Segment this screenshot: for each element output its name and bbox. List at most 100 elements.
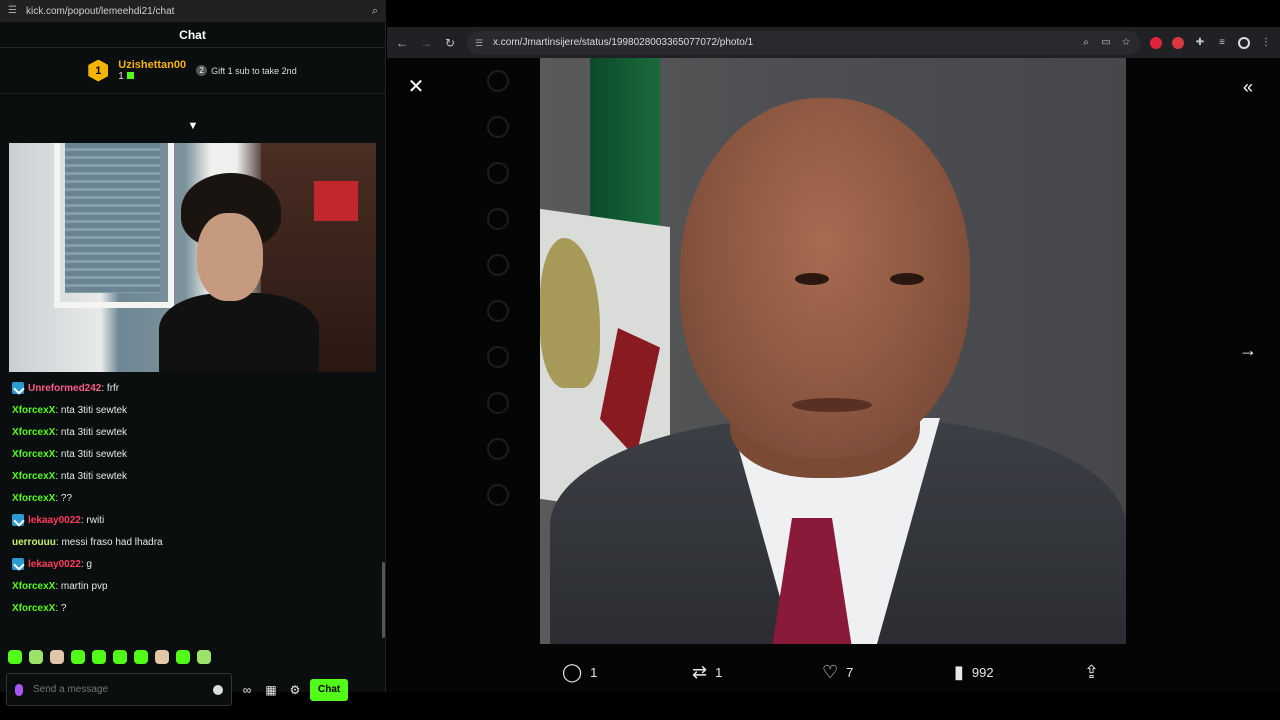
chat-username[interactable]: XforcexX <box>12 405 55 416</box>
chat-username[interactable]: XforcexX <box>12 471 55 482</box>
emote-icon[interactable] <box>71 650 85 664</box>
chat-username[interactable]: uerrouuu <box>12 537 56 548</box>
back-arrow-icon[interactable]: ← <box>395 36 409 50</box>
chat-message: XforcexX: nta 3titi sewtek <box>12 443 374 465</box>
view-count: 992 <box>971 664 994 680</box>
chat-username[interactable]: XforcexX <box>12 493 55 504</box>
chat-message-text: : nta 3titi sewtek <box>55 404 128 416</box>
rank-1-badge-icon: 1 <box>88 59 109 82</box>
chat-message-text: : frfr <box>101 382 120 394</box>
extension-red-icon[interactable] <box>1150 36 1162 49</box>
portrait-mouth <box>792 398 872 412</box>
reply-bubble-icon: ◯ <box>562 662 583 682</box>
chat-username[interactable]: XforcexX <box>12 449 55 460</box>
kick-chat-window: ☰ kick.com/popout/lemeehdi21/chat ⌕ Chat… <box>0 0 386 706</box>
kicks-infinity-icon[interactable]: ∞ <box>238 681 256 699</box>
views-button[interactable]: ▮ 992 <box>954 663 994 681</box>
site-info-icon[interactable]: ☰ <box>475 38 485 48</box>
emote-icon[interactable] <box>134 650 148 664</box>
chat-message-list: Unreformed242: frfr XforcexX: nta 3titi s… <box>0 377 386 619</box>
media-controls-icon[interactable]: ≡ <box>1216 37 1228 49</box>
gift-to-take-second[interactable]: 2 Gift 1 sub to take 2nd <box>196 65 297 76</box>
like-count: 7 <box>846 664 854 680</box>
share-button[interactable]: ⇪ <box>1084 663 1099 681</box>
emote-icon[interactable] <box>50 650 64 664</box>
like-button[interactable]: ♡ 7 <box>822 663 853 681</box>
gift-cta-label[interactable]: Gift 1 sub to take 2nd <box>211 66 297 76</box>
chat-message-text: : messi fraso had lhadra <box>55 536 163 548</box>
next-photo-arrow-icon[interactable]: → <box>1238 341 1258 359</box>
chat-message-text: : nta 3titi sewtek <box>55 470 128 482</box>
chat-username[interactable]: lekaay0022 <box>28 559 81 570</box>
chat-message: lekaay0022: g <box>12 553 374 575</box>
close-viewer-icon[interactable]: ✕ <box>407 77 425 97</box>
profile-avatar-icon[interactable] <box>1238 36 1250 49</box>
reload-icon[interactable]: ↻ <box>443 36 457 50</box>
bar-chart-icon: ▮ <box>954 662 964 682</box>
top-gifter[interactable]: Uzishettan00 1 <box>118 59 186 82</box>
message-input-box[interactable] <box>6 673 232 706</box>
reply-button[interactable]: ◯ 1 <box>562 663 597 681</box>
mic-icon[interactable] <box>15 683 23 696</box>
collapse-pinned-icon[interactable]: ▼ <box>186 120 200 132</box>
bookmark-star-icon[interactable]: ☆ <box>1120 37 1132 49</box>
kick-url-bar[interactable]: ☰ kick.com/popout/lemeehdi21/chat ⌕ <box>0 0 386 22</box>
emote-icon[interactable] <box>155 650 169 664</box>
chat-message-text: : martin pvp <box>55 580 108 592</box>
emoji-picker-icon[interactable] <box>213 684 223 695</box>
subscriber-badge-icon <box>12 382 24 394</box>
emote-icon[interactable] <box>197 650 211 664</box>
grok-icon <box>487 346 509 368</box>
chat-username[interactable]: Unreformed242 <box>28 383 101 394</box>
webcam-blinds <box>65 143 160 293</box>
emote-icon[interactable] <box>8 650 22 664</box>
chat-message-text: : nta 3titi sewtek <box>55 448 128 460</box>
emote-icon[interactable] <box>29 650 43 664</box>
zoom-icon[interactable]: ⌕ <box>1080 37 1092 49</box>
emote-icon[interactable] <box>176 650 190 664</box>
top-gifter-name[interactable]: Uzishettan00 <box>118 59 186 71</box>
streamer-face <box>197 213 263 301</box>
adblock-icon[interactable] <box>1172 36 1184 49</box>
chat-message-text: : nta 3titi sewtek <box>55 426 128 438</box>
portrait-eye-right <box>890 273 924 285</box>
chat-username[interactable]: XforcexX <box>12 603 55 614</box>
message-input[interactable] <box>33 684 203 695</box>
browser-toolbar: ← → ↻ ☰ x.com/Jmartinsijere/status/19980… <box>387 27 1280 58</box>
chat-message: XforcexX: nta 3titi sewtek <box>12 399 374 421</box>
chat-scrollbar[interactable] <box>382 562 385 638</box>
chat-message: XforcexX: nta 3titi sewtek <box>12 465 374 487</box>
expand-sidebar-icon[interactable]: « <box>1238 78 1258 96</box>
address-bar[interactable]: ☰ x.com/Jmartinsijere/status/19980280033… <box>467 30 1140 55</box>
post-compose-icon <box>487 484 509 506</box>
kick-url-text[interactable]: kick.com/popout/lemeehdi21/chat <box>26 6 372 17</box>
install-app-icon[interactable]: ▭ <box>1100 37 1112 49</box>
follow-icon <box>487 254 509 276</box>
browser-menu-icon[interactable]: ⋮ <box>1260 37 1272 49</box>
more-icon <box>487 438 509 460</box>
emote-icon[interactable] <box>113 650 127 664</box>
chat-message-text: : rwiti <box>80 514 105 526</box>
emote-icon[interactable] <box>92 650 106 664</box>
store-icon[interactable]: ▦ <box>262 681 280 699</box>
forward-arrow-icon[interactable]: → <box>419 36 433 50</box>
chat-username[interactable]: XforcexX <box>12 581 55 592</box>
address-text[interactable]: x.com/Jmartinsijere/status/1998028003365… <box>493 37 1072 48</box>
rank-2-badge-icon: 2 <box>196 65 208 76</box>
post-photo[interactable] <box>540 58 1126 644</box>
site-settings-icon[interactable]: ☰ <box>8 6 20 16</box>
repost-count: 1 <box>715 664 723 680</box>
chat-username[interactable]: XforcexX <box>12 427 55 438</box>
gift-icon <box>126 72 134 79</box>
chat-message: Unreformed242: frfr <box>12 377 374 399</box>
repost-button[interactable]: ⇄ 1 <box>692 663 722 681</box>
chat-input-row: ∞ ▦ ⚙ Chat <box>6 673 380 706</box>
extensions-puzzle-icon[interactable]: ✚ <box>1194 37 1206 49</box>
settings-gear-icon[interactable]: ⚙ <box>286 681 304 699</box>
chat-message: lekaay0022: rwiti <box>12 509 374 531</box>
webcam-flag <box>314 181 358 221</box>
repost-arrows-icon: ⇄ <box>692 662 708 682</box>
send-chat-button[interactable]: Chat <box>310 678 349 701</box>
zoom-icon[interactable]: ⌕ <box>372 5 378 18</box>
chat-username[interactable]: lekaay0022 <box>28 515 81 526</box>
